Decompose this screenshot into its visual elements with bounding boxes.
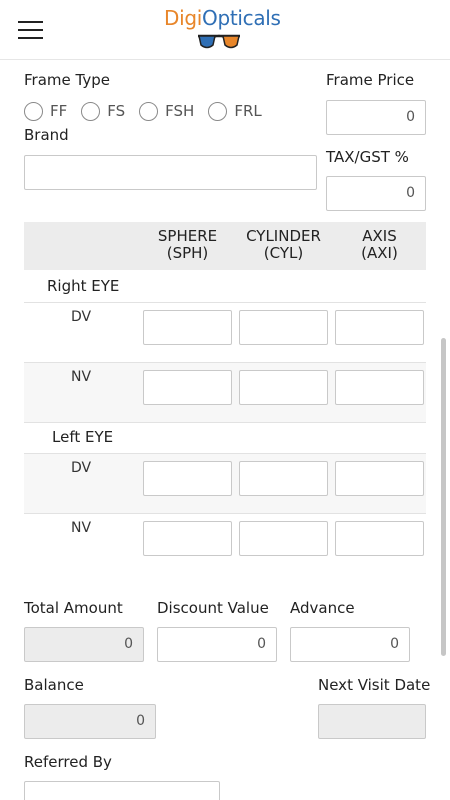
glasses-icon	[198, 34, 240, 49]
right-nv-label: NV	[71, 369, 92, 385]
right-nv-sphere-input[interactable]	[143, 370, 232, 405]
col-axis-abbr: (AXI)	[361, 244, 398, 262]
col-cylinder-abbr: (CYL)	[263, 244, 304, 262]
radio-circle[interactable]	[81, 101, 101, 121]
left-eye-label: Left EYE	[52, 428, 114, 446]
brand-label: Brand	[24, 126, 69, 144]
logo-digi: Digi	[164, 6, 203, 30]
advance-label: Advance	[290, 599, 355, 617]
menu-icon[interactable]	[18, 21, 43, 41]
right-dv-cylinder-input[interactable]	[239, 310, 328, 345]
frame-type-radio-group: FF FS FSH FRL	[24, 100, 276, 122]
right-nv-axis-input[interactable]	[335, 370, 424, 405]
right-dv-label: DV	[71, 309, 92, 325]
frame-type-option-fs[interactable]: FS	[81, 101, 126, 121]
app-logo: DigiOpticals	[164, 6, 288, 54]
radio-label: FS	[107, 102, 126, 120]
col-axis-title: AXIS	[362, 227, 397, 245]
next-visit-date-input[interactable]	[318, 704, 426, 739]
total-amount-input: 0	[24, 627, 144, 662]
tax-gst-label: TAX/GST %	[326, 148, 409, 166]
left-nv-label: NV	[71, 520, 92, 536]
left-nv-sphere-input[interactable]	[143, 521, 232, 556]
discount-value-input[interactable]: 0	[157, 627, 277, 662]
discount-value-label: Discount Value	[157, 599, 269, 617]
prescription-header: SPHERE (SPH) CYLINDER (CYL) AXIS (AXI)	[24, 222, 426, 270]
frame-type-option-ff[interactable]: FF	[24, 101, 68, 121]
left-dv-axis-input[interactable]	[335, 461, 424, 496]
right-dv-axis-input[interactable]	[335, 310, 424, 345]
divider	[24, 422, 426, 423]
referred-by-label: Referred By	[24, 753, 112, 771]
tax-gst-input[interactable]: 0	[326, 176, 426, 211]
col-axis-header: AXIS (AXI)	[335, 228, 424, 262]
left-dv-cylinder-input[interactable]	[239, 461, 328, 496]
left-dv-label: DV	[71, 460, 92, 476]
frame-price-label: Frame Price	[326, 71, 415, 89]
logo-opticals: Opticals	[202, 6, 281, 30]
radio-label: FSH	[165, 102, 195, 120]
frame-type-option-fsh[interactable]: FSH	[139, 101, 195, 121]
col-cylinder-header: CYLINDER (CYL)	[239, 228, 328, 262]
radio-circle[interactable]	[139, 101, 159, 121]
right-dv-sphere-input[interactable]	[143, 310, 232, 345]
logo-text: DigiOpticals	[164, 6, 281, 30]
scrollbar[interactable]	[441, 338, 446, 656]
radio-label: FF	[50, 102, 68, 120]
brand-input[interactable]	[24, 155, 317, 190]
referred-by-input[interactable]	[24, 781, 220, 800]
col-cylinder-title: CYLINDER	[246, 227, 321, 245]
radio-circle[interactable]	[208, 101, 228, 121]
left-nv-cylinder-input[interactable]	[239, 521, 328, 556]
right-nv-cylinder-input[interactable]	[239, 370, 328, 405]
radio-circle[interactable]	[24, 101, 43, 121]
total-amount-label: Total Amount	[24, 599, 123, 617]
frame-type-option-frl[interactable]: FRL	[208, 101, 262, 121]
col-sphere-abbr: (SPH)	[166, 244, 209, 262]
frame-type-label: Frame Type	[24, 71, 110, 89]
right-eye-label: Right EYE	[47, 277, 120, 295]
advance-input[interactable]: 0	[290, 627, 410, 662]
frame-price-input[interactable]: 0	[326, 100, 426, 135]
left-nv-axis-input[interactable]	[335, 521, 424, 556]
next-visit-date-label: Next Visit Date	[318, 676, 431, 694]
balance-input: 0	[24, 704, 156, 739]
col-sphere-header: SPHERE (SPH)	[143, 228, 232, 262]
app-header: DigiOpticals	[0, 0, 450, 60]
left-dv-sphere-input[interactable]	[143, 461, 232, 496]
balance-label: Balance	[24, 676, 84, 694]
prescription-table: SPHERE (SPH) CYLINDER (CYL) AXIS (AXI) R…	[24, 222, 426, 572]
radio-label: FRL	[234, 102, 262, 120]
col-sphere-title: SPHERE	[157, 227, 218, 245]
